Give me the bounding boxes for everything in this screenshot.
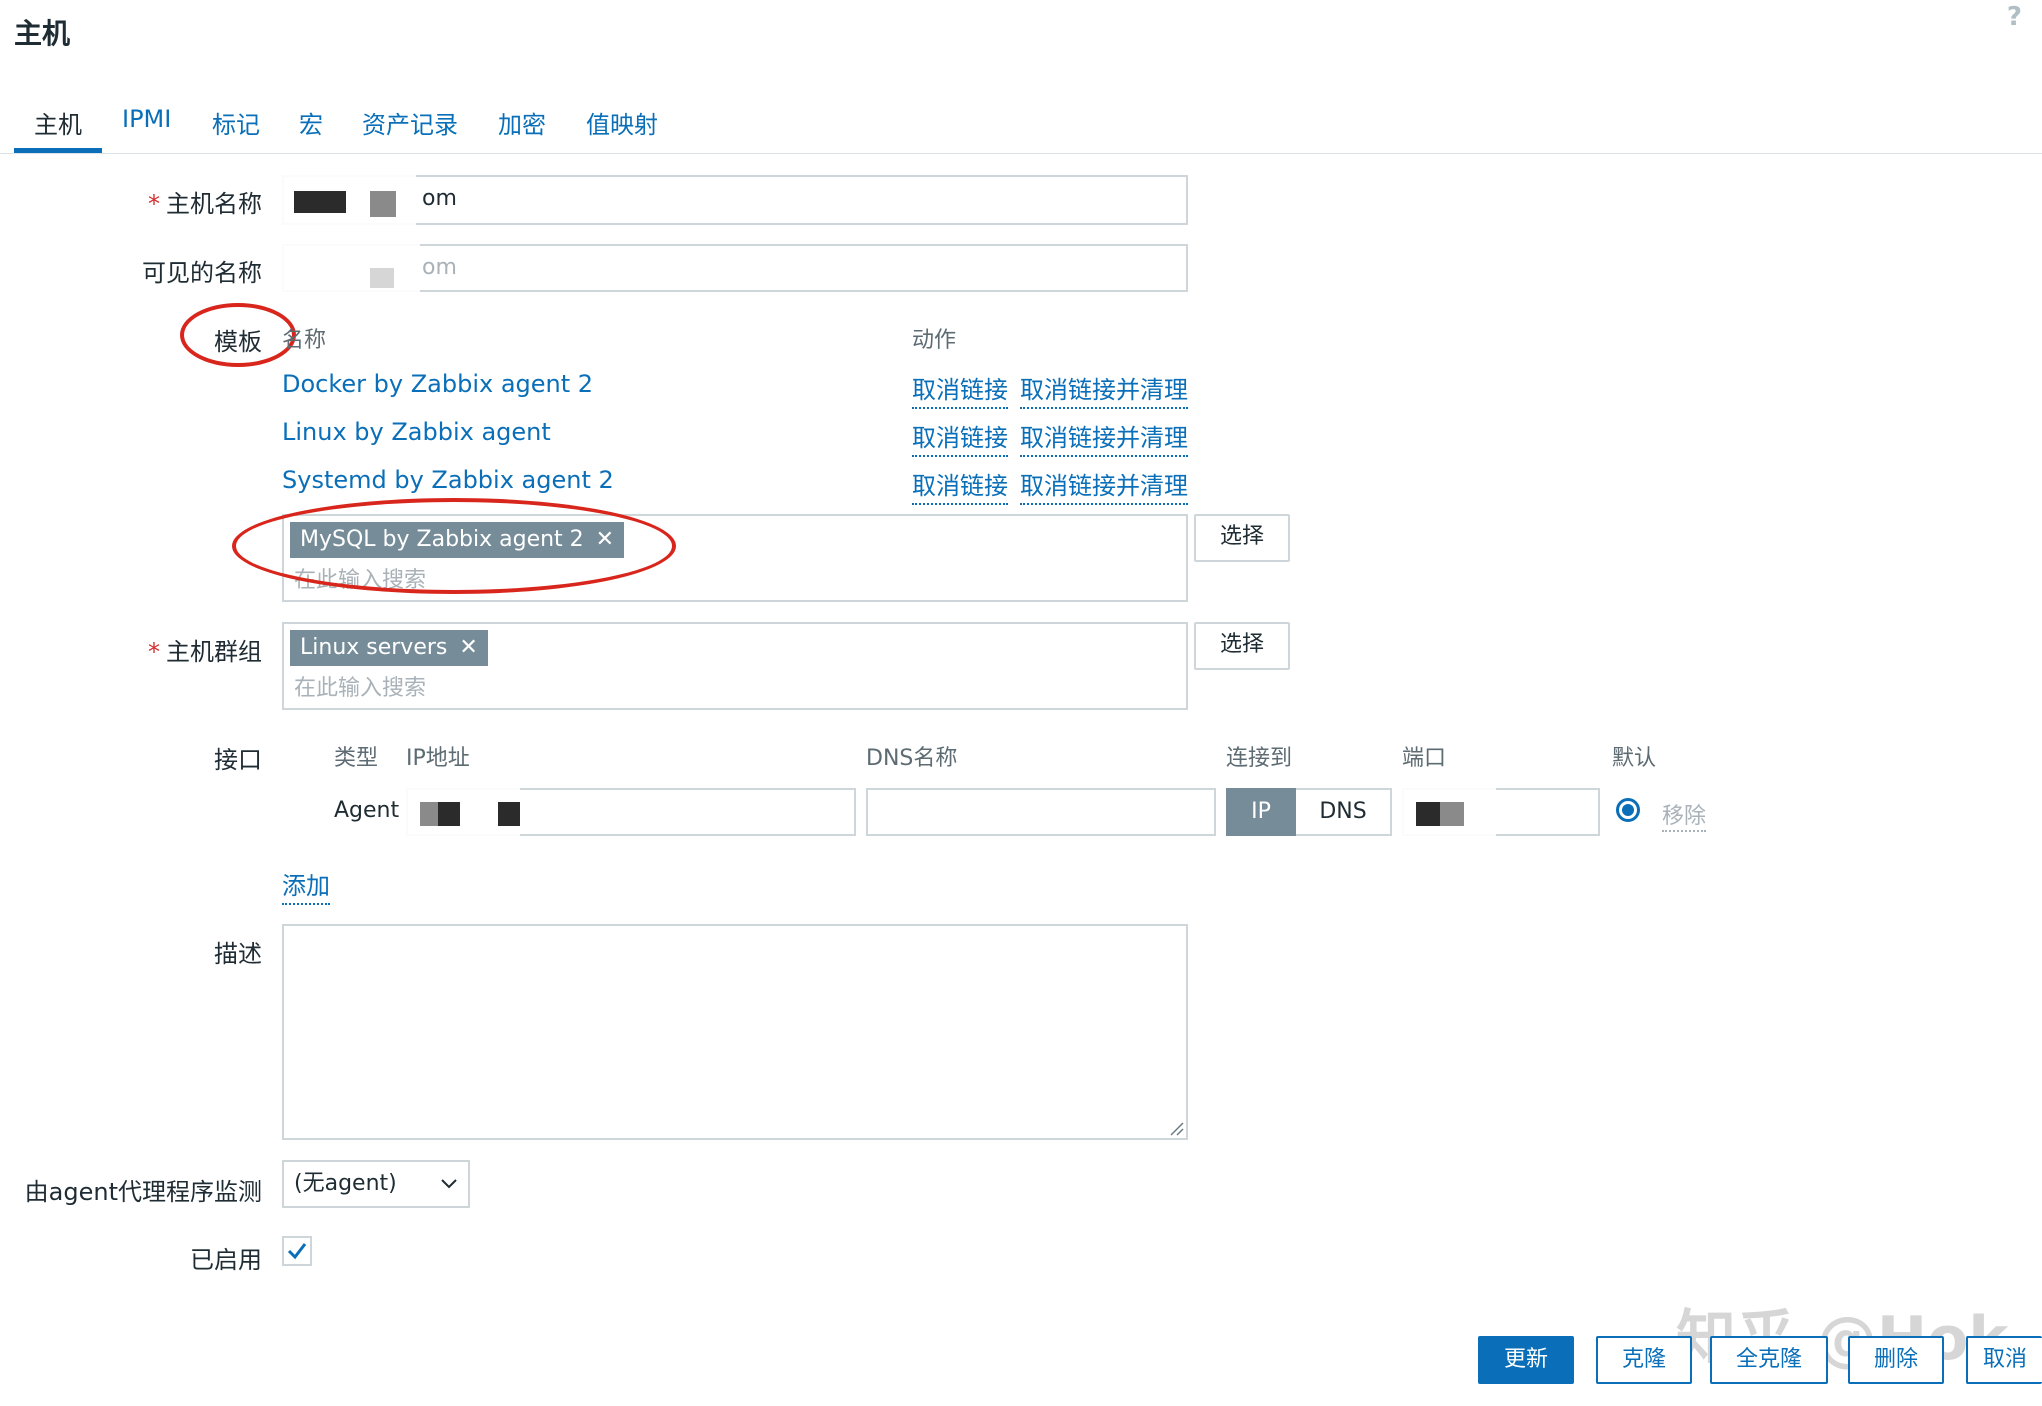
- interface-type: Agent: [334, 798, 400, 823]
- tab-ipmi[interactable]: IPMI: [122, 105, 171, 133]
- template-link-docker[interactable]: Docker by Zabbix agent 2: [282, 370, 593, 398]
- remove-interface-button[interactable]: 移除: [1662, 798, 1707, 832]
- template-link-linux[interactable]: Linux by Zabbix agent: [282, 418, 551, 446]
- connect-ip-toggle[interactable]: IP: [1226, 788, 1296, 836]
- cancel-button[interactable]: 取消: [1966, 1336, 2042, 1384]
- host-group-search-placeholder[interactable]: 在此输入搜索: [294, 670, 426, 702]
- tab-host[interactable]: 主机: [34, 105, 82, 140]
- interface-col-connect: 连接到: [1226, 746, 1293, 771]
- host-groups-label: * 主机群组: [148, 638, 262, 666]
- interface-col-default: 默认: [1612, 746, 1657, 771]
- unlink-button[interactable]: 取消链接: [912, 370, 1008, 409]
- templates-col-name: 名称: [282, 328, 327, 353]
- visible-name-label: 可见的名称: [142, 259, 262, 287]
- enabled-label: 已启用: [190, 1246, 262, 1274]
- templates-col-action: 动作: [912, 328, 957, 353]
- help-icon[interactable]: ?: [2007, 2, 2022, 32]
- monitored-by-label: 由agent代理程序监测: [24, 1178, 262, 1206]
- tab-encryption[interactable]: 加密: [498, 105, 546, 140]
- chevron-down-icon: [441, 1179, 457, 1189]
- tabs-divider: [0, 153, 2042, 154]
- template-select-button[interactable]: 选择: [1194, 514, 1290, 562]
- interface-col-ip: IP地址: [406, 746, 470, 771]
- tab-value-mapping[interactable]: 值映射: [586, 105, 658, 140]
- default-interface-radio[interactable]: [1616, 798, 1640, 822]
- interfaces-label: 接口: [214, 746, 262, 774]
- annotation-ellipse-chip: [232, 498, 676, 594]
- page-title: 主机: [14, 17, 71, 50]
- host-name-label: * 主机名称: [148, 190, 262, 218]
- host-groups-multiselect[interactable]: Linux servers ✕ 在此输入搜索: [282, 622, 1188, 710]
- add-interface-button[interactable]: 添加: [282, 866, 330, 905]
- checkmark-icon: [287, 1243, 307, 1260]
- annotation-circle-templates: [180, 303, 296, 367]
- unlink-and-clear-button[interactable]: 取消链接并清理: [1020, 370, 1188, 409]
- chip-remove-icon[interactable]: ✕: [459, 635, 477, 660]
- interface-col-port: 端口: [1402, 746, 1447, 771]
- visible-name-input[interactable]: om: [280, 240, 1188, 296]
- host-group-select-button[interactable]: 选择: [1194, 622, 1290, 670]
- clone-button[interactable]: 克隆: [1596, 1336, 1692, 1384]
- enabled-checkbox[interactable]: [282, 1236, 312, 1266]
- host-group-chip: Linux servers ✕: [290, 630, 488, 666]
- description-label: 描述: [214, 940, 262, 968]
- tab-tags[interactable]: 标记: [212, 105, 260, 140]
- tab-macros[interactable]: 宏: [299, 105, 323, 140]
- interface-ip-input[interactable]: [400, 782, 856, 842]
- interface-col-type: 类型: [334, 746, 379, 771]
- unlink-and-clear-button[interactable]: 取消链接并清理: [1020, 466, 1188, 505]
- connect-dns-toggle[interactable]: DNS: [1296, 788, 1392, 836]
- interface-port-input[interactable]: [1400, 784, 1600, 842]
- unlink-button[interactable]: 取消链接: [912, 418, 1008, 457]
- unlink-button[interactable]: 取消链接: [912, 466, 1008, 505]
- description-textarea[interactable]: [282, 924, 1188, 1140]
- interface-col-dns: DNS名称: [866, 746, 958, 771]
- full-clone-button[interactable]: 全克隆: [1710, 1336, 1828, 1384]
- delete-button[interactable]: 删除: [1848, 1336, 1944, 1384]
- unlink-and-clear-button[interactable]: 取消链接并清理: [1020, 418, 1188, 457]
- host-name-input[interactable]: om: [276, 163, 1188, 229]
- tab-bar: 主机 IPMI 标记 宏 资产记录 加密 值映射: [14, 105, 914, 155]
- template-link-systemd[interactable]: Systemd by Zabbix agent 2: [282, 466, 614, 494]
- resize-handle-icon[interactable]: [1168, 1120, 1184, 1136]
- update-button[interactable]: 更新: [1478, 1336, 1574, 1384]
- interface-dns-input[interactable]: [866, 788, 1216, 836]
- tab-inventory[interactable]: 资产记录: [362, 105, 458, 140]
- monitored-by-select[interactable]: (无agent): [282, 1160, 470, 1208]
